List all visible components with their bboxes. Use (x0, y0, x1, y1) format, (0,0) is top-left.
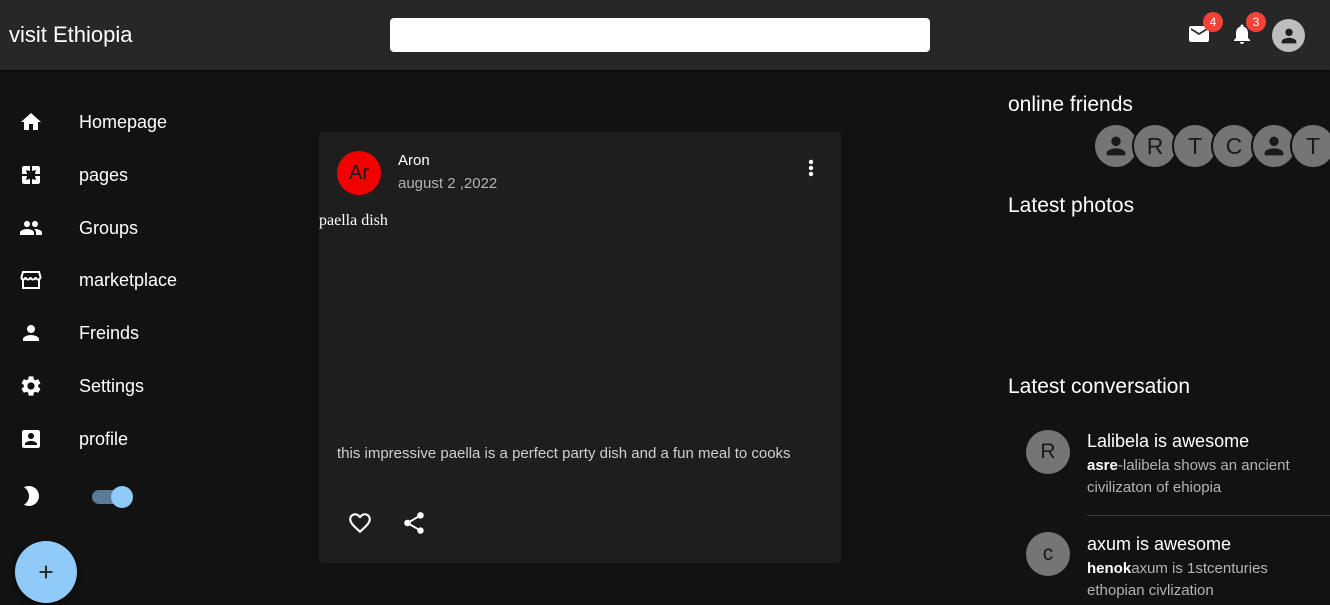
share-icon[interactable] (401, 510, 427, 536)
notifications-button[interactable]: 3 (1230, 12, 1266, 46)
storefront-icon (20, 271, 42, 289)
app-title[interactable]: visit Ethiopia (9, 22, 133, 48)
dark-mode-switch[interactable] (92, 486, 133, 508)
moon-icon (24, 486, 39, 506)
conversation-sender: asre (1087, 457, 1118, 474)
person-icon (1106, 136, 1126, 156)
sidebar-item-freinds[interactable]: Freinds (0, 313, 250, 353)
sidebar-item-label: pages (79, 164, 129, 185)
account-avatar[interactable] (1272, 19, 1305, 52)
sidebar-item-groups[interactable]: Groups (0, 208, 250, 248)
sidebar-item-settings[interactable]: Settings (0, 366, 250, 406)
mail-button[interactable]: 4 (1187, 12, 1223, 46)
person-icon (1281, 28, 1296, 43)
sidebar-item-label: marketplace (79, 269, 178, 290)
sidebar-item-label: profile (79, 428, 129, 449)
sidebar-item-profile[interactable]: profile (0, 419, 250, 459)
conversation-title[interactable]: axum is awesome (1087, 534, 1231, 555)
post-card: Ar Aron august 2 ,2022 paella dish this … (319, 132, 841, 563)
mail-badge: 4 (1203, 12, 1223, 32)
gear-icon (21, 376, 41, 396)
post-author: Aron (398, 152, 430, 169)
more-vert-icon[interactable] (801, 156, 821, 180)
conversation-avatar[interactable]: R (1026, 430, 1070, 474)
heart-icon[interactable] (347, 510, 373, 536)
online-friends-title: online friends (1008, 93, 1133, 116)
sidebar-item-label: Groups (79, 217, 139, 238)
friend-avatar[interactable]: T (1290, 123, 1330, 169)
sidebar-item-label: Freinds (79, 322, 140, 343)
latest-conversation-title: Latest conversation (1008, 375, 1191, 398)
conversation-message: henokaxum is 1stcenturies ethopian civli… (1087, 558, 1317, 602)
home-icon (21, 113, 41, 130)
notifications-badge: 3 (1246, 12, 1266, 32)
conversation-sender: henok (1087, 560, 1132, 577)
groups-icon (20, 221, 42, 235)
app-bar: visit Ethiopia 4 3 (0, 0, 1330, 70)
person-icon (1264, 136, 1284, 156)
plus-icon (39, 565, 53, 579)
post-text: this impressive paella is a perfect part… (337, 445, 791, 462)
post-avatar[interactable]: Ar (337, 151, 381, 195)
conversation-avatar[interactable]: c (1026, 532, 1070, 576)
divider (1087, 515, 1330, 516)
search-input[interactable] (390, 18, 930, 52)
sidebar-item-pages[interactable]: pages (0, 155, 250, 195)
sidebar-item-label: Homepage (79, 111, 168, 132)
sidebar-item-marketplace[interactable]: marketplace (0, 260, 250, 300)
post-date: august 2 ,2022 (398, 175, 498, 192)
switch-thumb (111, 486, 133, 508)
pages-icon (22, 166, 40, 184)
person-icon (23, 325, 39, 341)
account-box-icon (22, 430, 40, 448)
add-button[interactable] (15, 541, 77, 603)
sidebar-item-homepage[interactable]: Homepage (0, 102, 250, 142)
conversation-text: -lalibela shows an ancient civilizaton o… (1087, 457, 1290, 496)
post-image: paella dish (319, 212, 841, 422)
conversation-message: asre-lalibela shows an ancient civilizat… (1087, 455, 1317, 499)
post-image-alt: paella dish (319, 212, 388, 229)
latest-photos-title: Latest photos (1008, 194, 1135, 217)
conversation-title[interactable]: Lalibela is awesome (1087, 431, 1249, 452)
sidebar-item-label: Settings (79, 375, 145, 396)
